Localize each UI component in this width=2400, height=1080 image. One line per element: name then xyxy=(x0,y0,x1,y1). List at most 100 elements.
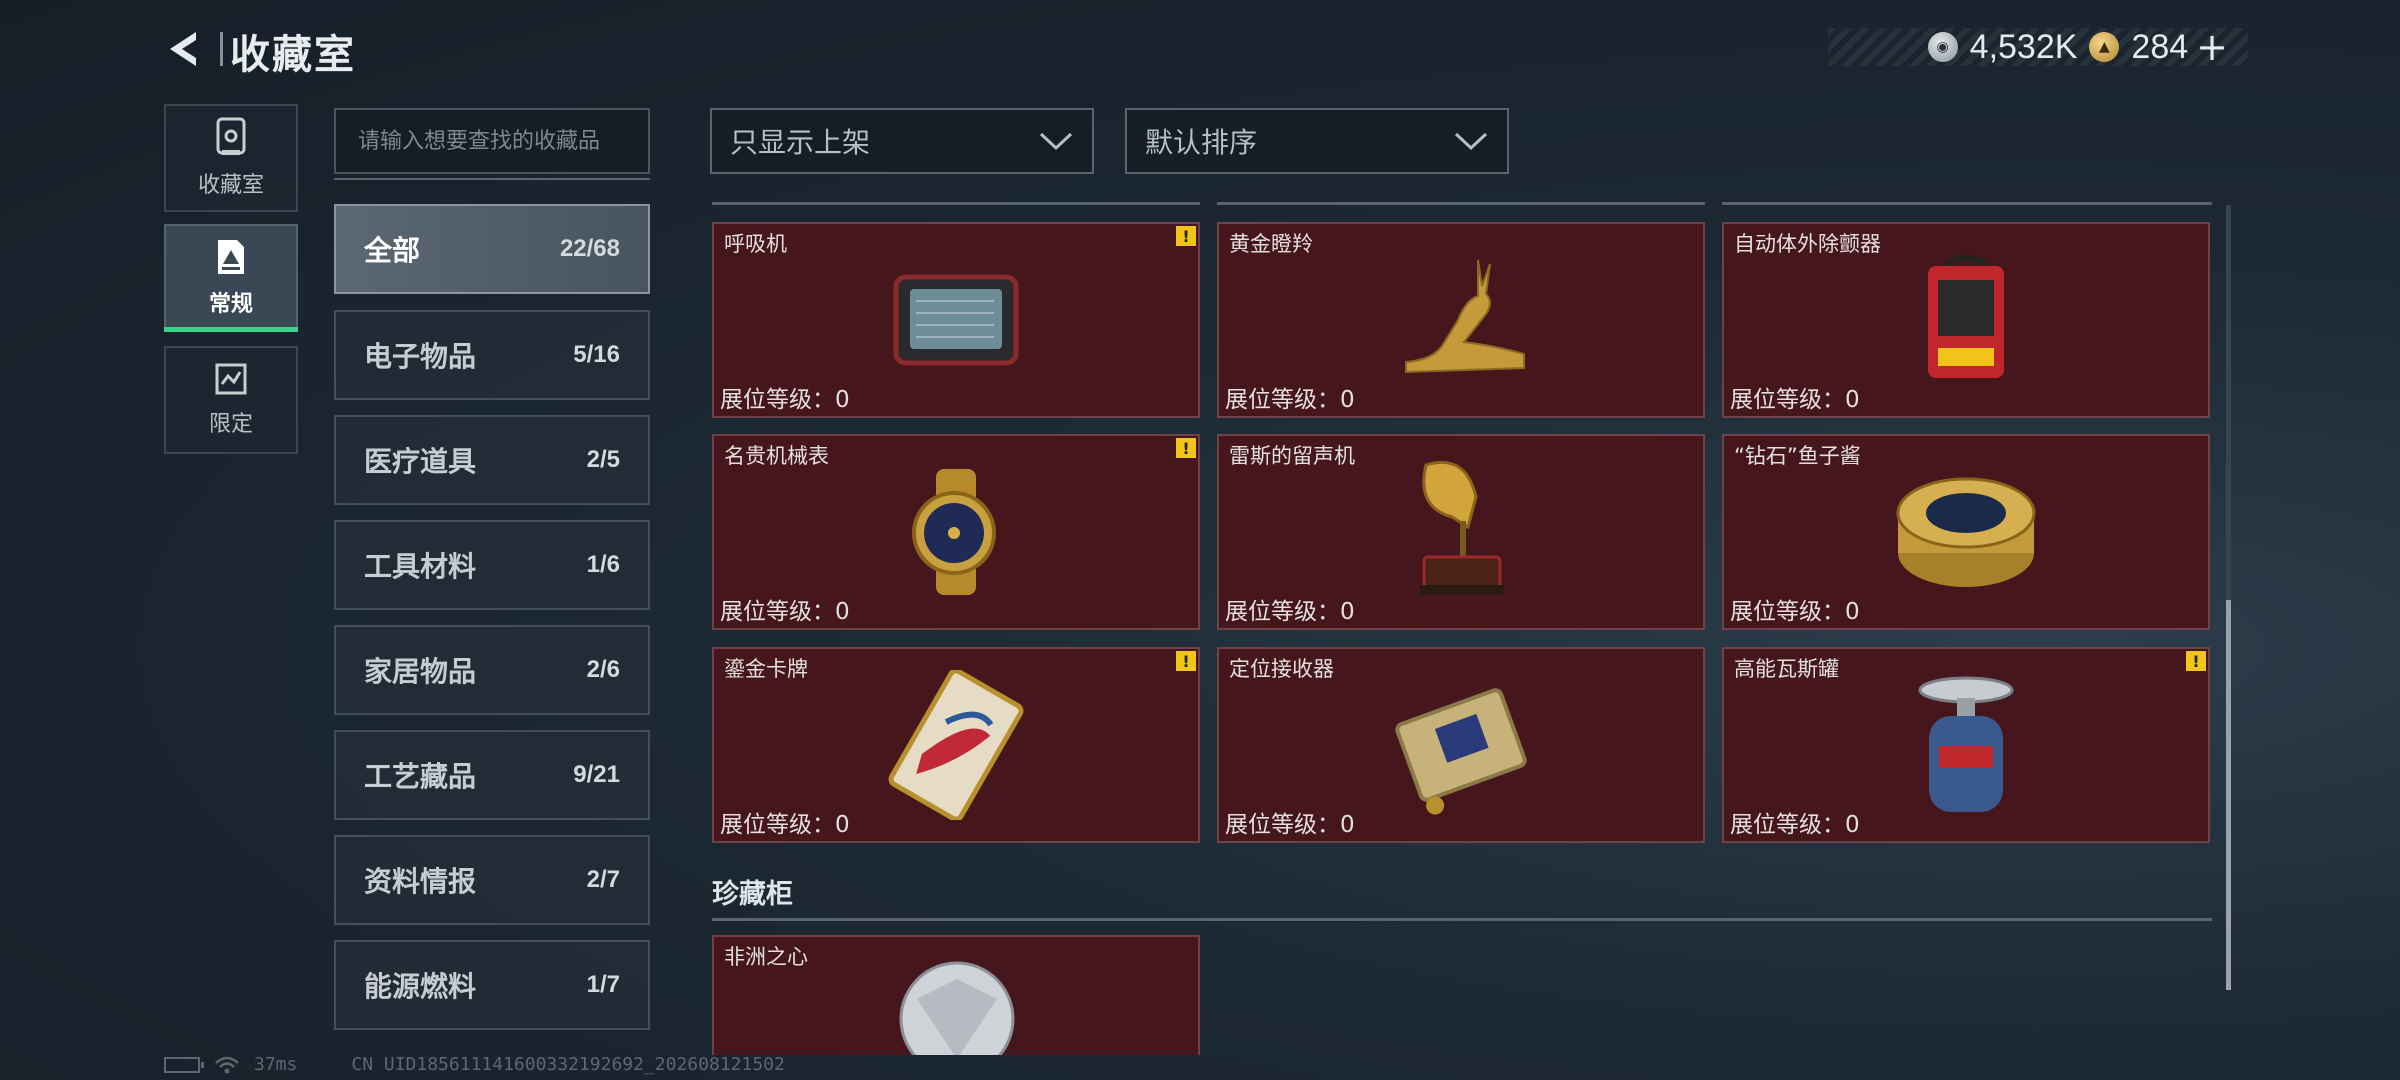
warning-badge-icon: ! xyxy=(2186,651,2206,671)
add-currency-button[interactable]: + xyxy=(2196,25,2228,69)
item-card[interactable]: 定位接收器 展位等级：0 xyxy=(1217,647,1705,843)
warning-badge-icon: ! xyxy=(1176,438,1196,458)
booth-level: 展位等级：0 xyxy=(1730,599,1860,625)
caviar-tin-icon xyxy=(1896,477,2036,587)
item-card[interactable]: 黄金瞪羚 展位等级：0 xyxy=(1217,222,1705,418)
category-household[interactable]: 家居物品 2/6 xyxy=(334,625,650,715)
watch-icon xyxy=(912,469,996,595)
silver-amount: 4,532K xyxy=(1969,27,2078,66)
gold-amount: 284 xyxy=(2131,27,2189,66)
search-input[interactable] xyxy=(334,108,650,174)
sort-dropdown[interactable]: 默认排序 xyxy=(1125,108,1509,174)
category-count: 22/68 xyxy=(559,235,620,262)
item-name: 自动体外除颤器 xyxy=(1734,232,1881,256)
item-card[interactable]: 高能瓦斯罐 ! 展位等级：0 xyxy=(1722,647,2210,843)
nav-label: 常规 xyxy=(208,292,253,317)
category-name: 资料情报 xyxy=(364,865,477,898)
limited-icon xyxy=(215,363,247,395)
category-name: 全部 xyxy=(364,234,421,267)
item-name: 呼吸机 xyxy=(724,232,787,256)
section-title: 珍藏柜 xyxy=(712,879,793,910)
chevron-down-icon xyxy=(1454,132,1488,151)
back-button[interactable] xyxy=(162,26,208,72)
search-divider xyxy=(334,178,650,180)
chevron-down-icon xyxy=(1039,132,1073,151)
item-name: 名贵机械表 xyxy=(724,444,829,468)
nav-limited[interactable]: 限定 xyxy=(164,346,298,454)
booth-level: 展位等级：0 xyxy=(1730,387,1860,413)
category-name: 工具材料 xyxy=(364,550,477,583)
item-name: 鎏金卡牌 xyxy=(724,657,808,681)
category-all[interactable]: 全部 22/68 xyxy=(334,204,650,294)
category-count: 2/7 xyxy=(586,866,620,893)
status-footer: 37ms CN UID1856111416003321926​92_202608… xyxy=(164,1054,785,1075)
category-count: 1/6 xyxy=(586,551,620,578)
uid-text: CN UID1856111416003321926​92_20260812150… xyxy=(351,1054,785,1075)
booth-level: 展位等级：0 xyxy=(1225,387,1355,413)
booth-level: 展位等级：0 xyxy=(1225,812,1355,838)
warning-badge-icon: ! xyxy=(1176,651,1196,671)
booth-level: 展位等级：0 xyxy=(1225,599,1355,625)
item-card[interactable]: 名贵机械表 ! 展位等级：0 xyxy=(712,434,1200,630)
nav-label: 限定 xyxy=(208,412,253,437)
item-card[interactable]: 鎏金卡牌 ! 展位等级：0 xyxy=(712,647,1200,843)
back-arrow-icon xyxy=(170,32,196,66)
category-electronics[interactable]: 电子物品 5/16 xyxy=(334,310,650,400)
item-name: 定位接收器 xyxy=(1229,657,1334,681)
category-medical[interactable]: 医疗道具 2/5 xyxy=(334,415,650,505)
gramophone-icon xyxy=(1420,460,1504,595)
wifi-icon xyxy=(215,1056,239,1073)
category-count: 2/5 xyxy=(586,446,620,473)
title-divider xyxy=(220,32,223,66)
category-crafts[interactable]: 工艺藏品 9/21 xyxy=(334,730,650,820)
nav-regular[interactable]: 常规 xyxy=(164,224,298,332)
item-card[interactable]: 雷斯的留声机 展位等级：0 xyxy=(1217,434,1705,630)
category-tools[interactable]: 工具材料 1/6 xyxy=(334,520,650,610)
item-name: 非洲之心 xyxy=(724,945,808,969)
golden-gazelle-icon xyxy=(1405,259,1525,374)
item-name: 黄金瞪羚 xyxy=(1229,232,1313,256)
category-count: 2/6 xyxy=(586,656,620,683)
category-name: 家居物品 xyxy=(364,655,477,688)
booth-level: 展位等级：0 xyxy=(720,387,850,413)
page-title: 收藏室 xyxy=(230,32,356,78)
category-name: 能源燃料 xyxy=(364,970,477,1003)
diamond-icon xyxy=(899,961,1015,1055)
item-name: 高能瓦斯罐 xyxy=(1734,657,1839,681)
silver-coin-icon: ◉ xyxy=(1927,32,1958,62)
defibrillator-icon xyxy=(1928,255,2004,378)
nav-collection-room[interactable]: 收藏室 xyxy=(164,104,298,212)
section-divider xyxy=(712,918,2212,921)
booth-level: 展位等级：0 xyxy=(1730,812,1860,838)
nav-label: 收藏室 xyxy=(197,173,264,198)
battery-icon xyxy=(164,1056,204,1073)
category-count: 9/21 xyxy=(573,761,620,788)
item-card[interactable]: 自动体外除颤器 展位等级：0 xyxy=(1722,222,2210,418)
gilded-card-icon xyxy=(888,670,1024,820)
category-name: 工艺藏品 xyxy=(364,760,477,793)
locator-receiver-icon xyxy=(1395,688,1527,815)
currency-bar: ◉ 4,532K ▲ 284 + xyxy=(1828,25,2248,69)
category-name: 医疗道具 xyxy=(364,445,477,478)
scrollbar-thumb[interactable] xyxy=(2226,600,2231,990)
ping-text: 37ms xyxy=(254,1054,298,1075)
listing-filter-dropdown[interactable]: 只显示上架 xyxy=(710,108,1094,174)
warning-badge-icon: ! xyxy=(1176,226,1196,246)
category-count: 1/7 xyxy=(586,971,620,998)
category-fuel[interactable]: 能源燃料 1/7 xyxy=(334,940,650,1030)
item-card[interactable]: 非洲之心 xyxy=(712,935,1200,1055)
document-icon xyxy=(218,240,244,274)
item-card[interactable]: “钻石”鱼子酱 展位等级：0 xyxy=(1722,434,2210,630)
grid-divider xyxy=(712,202,2212,205)
category-name: 电子物品 xyxy=(364,340,477,373)
item-name: 雷斯的留声机 xyxy=(1229,444,1355,468)
dropdown-value: 默认排序 xyxy=(1145,126,1258,159)
item-card[interactable]: 呼吸机 ! 展位等级：0 xyxy=(712,222,1200,418)
gold-coin-icon: ▲ xyxy=(2089,32,2120,62)
cabinet-icon xyxy=(216,117,246,155)
category-intel[interactable]: 资料情报 2/7 xyxy=(334,835,650,925)
booth-level: 展位等级：0 xyxy=(720,812,850,838)
category-count: 5/16 xyxy=(573,341,620,368)
booth-level: 展位等级：0 xyxy=(720,599,850,625)
gas-canister-icon xyxy=(1918,676,2014,812)
